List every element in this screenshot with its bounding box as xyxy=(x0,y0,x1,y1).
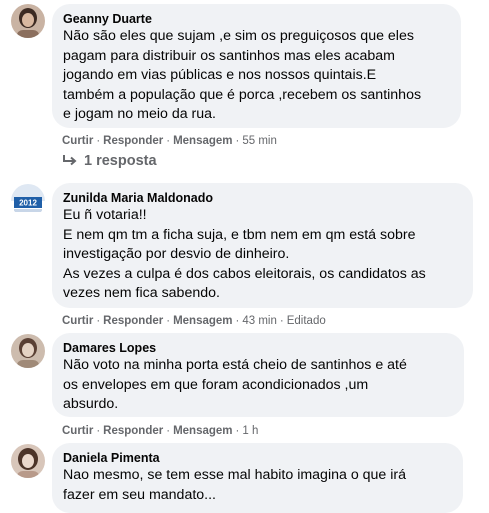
comment-timestamp[interactable]: 43 min xyxy=(242,315,277,327)
comment-author[interactable]: Zunilda Maria Maldonado xyxy=(63,190,461,206)
reply-button[interactable]: Responder xyxy=(103,315,163,327)
comment-author[interactable]: Geanny Duarte xyxy=(63,11,449,27)
avatar-image: 2012 xyxy=(11,184,45,218)
separator-dot: · xyxy=(166,135,171,147)
reply-button[interactable]: Responder xyxy=(103,425,163,437)
edited-label: Editado xyxy=(286,315,326,327)
separator-dot: · xyxy=(96,425,101,437)
comment-timestamp[interactable]: 55 min xyxy=(242,135,277,147)
reply-arrow-icon xyxy=(63,155,77,166)
comment-text: Eu ñ votaria!! E nem qm tm a ficha suja,… xyxy=(63,207,426,301)
separator-dot: · xyxy=(235,425,240,437)
avatar-image xyxy=(11,4,45,38)
comment-bubble: Damares Lopes Não voto na minha porta es… xyxy=(52,333,464,417)
separator-dot: · xyxy=(279,315,284,327)
comment-actions: Curtir · Responder · Mensagem · 55 min xyxy=(62,134,277,148)
comment-author[interactable]: Daniela Pimenta xyxy=(63,450,451,466)
like-button[interactable]: Curtir xyxy=(62,425,93,437)
comment-text: Não são eles que sujam ,e sim os preguiç… xyxy=(63,28,422,122)
separator-dot: · xyxy=(96,135,101,147)
avatar-image xyxy=(11,334,45,368)
avatar[interactable] xyxy=(11,334,45,368)
like-button[interactable]: Curtir xyxy=(62,135,93,147)
like-button[interactable]: Curtir xyxy=(62,315,93,327)
separator-dot: · xyxy=(166,425,171,437)
comment-bubble: Geanny Duarte Não são eles que sujam ,e … xyxy=(52,4,461,128)
message-button[interactable]: Mensagem xyxy=(173,315,232,327)
comment-actions: Curtir · Responder · Mensagem · 1 h xyxy=(62,424,258,438)
reply-button[interactable]: Responder xyxy=(103,135,163,147)
comment-timestamp[interactable]: 1 h xyxy=(242,425,258,437)
separator-dot: · xyxy=(166,315,171,327)
comment-author[interactable]: Damares Lopes xyxy=(63,340,452,356)
avatar-image xyxy=(11,444,45,478)
avatar[interactable] xyxy=(11,444,45,478)
separator-dot: · xyxy=(235,315,240,327)
comment-bubble: Daniela Pimenta Nao mesmo, se tem esse m… xyxy=(52,443,463,513)
message-button[interactable]: Mensagem xyxy=(173,135,232,147)
comment-actions: Curtir · Responder · Mensagem · 43 min · Editado xyxy=(62,314,326,328)
replies-count: 1 resposta xyxy=(84,153,157,169)
message-button[interactable]: Mensagem xyxy=(173,425,232,437)
svg-text:2012: 2012 xyxy=(19,199,37,208)
comment-text: Nao mesmo, se tem esse mal habito imagin… xyxy=(63,467,407,503)
separator-dot: · xyxy=(96,315,101,327)
avatar[interactable]: 2012 xyxy=(11,184,45,218)
avatar[interactable] xyxy=(11,4,45,38)
separator-dot: · xyxy=(235,135,240,147)
view-replies-link[interactable]: 1 resposta xyxy=(62,153,157,169)
comment-bubble: Zunilda Maria Maldonado Eu ñ votaria!! E… xyxy=(52,183,473,308)
comment-text: Não voto na minha porta está cheio de sa… xyxy=(63,357,407,412)
